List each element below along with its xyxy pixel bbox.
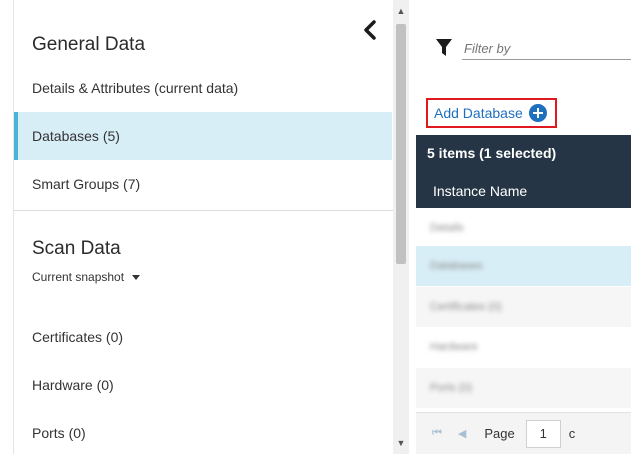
add-database-button[interactable]: Add Database (426, 98, 557, 128)
items-count: 5 items (1 selected) (427, 145, 557, 161)
first-page-icon[interactable]: ⏮ (432, 427, 442, 440)
page-label: Page (484, 426, 515, 441)
sidebar-item-label: Databases (5) (32, 128, 120, 144)
sidebar-item-smart-groups[interactable]: Smart Groups (7) (14, 160, 392, 208)
databases-panel: Add Database 5 items (1 selected) Instan… (416, 0, 631, 454)
sidebar-item-certificates[interactable]: Certificates (0) (14, 313, 392, 361)
sidebar-item-label: Certificates (0) (32, 329, 124, 345)
page-number-input[interactable] (525, 419, 561, 448)
row-instance-name: Details (430, 222, 464, 234)
row-instance-name: Ports (0) (430, 382, 473, 394)
previous-page-icon[interactable]: ◀ (458, 427, 466, 440)
detail-sidebar: General Data Details & Attributes (curre… (0, 0, 395, 454)
table-row[interactable]: Certificates (0) (416, 287, 631, 327)
snapshot-label: Current snapshot (32, 270, 125, 284)
grid-header: 5 items (1 selected) Instance Name (416, 135, 631, 208)
filter-input[interactable] (462, 38, 631, 60)
general-data-title: General Data (32, 34, 146, 55)
add-database-label: Add Database (434, 105, 523, 121)
sidebar-item-label: Smart Groups (7) (32, 176, 141, 192)
collapse-chevron-icon[interactable] (361, 18, 379, 42)
row-instance-name: Certificates (0) (430, 301, 502, 313)
scroll-up-arrow-icon[interactable]: ▲ (396, 6, 406, 16)
scan-data-title: Scan Data (32, 238, 121, 259)
table-row[interactable]: Ports (0) (416, 368, 631, 408)
table-row-selected[interactable]: Databases (416, 246, 631, 286)
sidebar-item-databases[interactable]: Databases (5) (14, 112, 392, 160)
table-row[interactable]: Details (416, 208, 631, 248)
column-header-instance-name[interactable]: Instance Name (433, 183, 527, 199)
scroll-down-arrow-icon[interactable]: ▼ (396, 438, 406, 448)
sidebar-item-label: Ports (0) (32, 425, 86, 441)
row-instance-name: Databases (430, 260, 483, 272)
filter-icon[interactable] (435, 38, 453, 58)
page-of-label: c (568, 426, 576, 441)
section-divider (14, 210, 394, 211)
table-row[interactable]: Hardware (416, 327, 631, 367)
caret-down-icon (132, 274, 141, 280)
pager: ⏮ ◀ Page c (416, 412, 631, 454)
snapshot-dropdown[interactable]: Current snapshot (32, 270, 141, 284)
sidebar-item-hardware[interactable]: Hardware (0) (14, 361, 392, 409)
sidebar-item-label: Hardware (0) (32, 377, 114, 393)
sidebar-item-details[interactable]: Details & Attributes (current data) (14, 64, 392, 112)
sidebar-item-ports[interactable]: Ports (0) (14, 409, 392, 454)
plus-circle-icon (528, 104, 547, 122)
sidebar-item-label: Details & Attributes (current data) (32, 80, 239, 96)
scrollbar-thumb[interactable] (396, 24, 406, 264)
row-instance-name: Hardware (430, 341, 478, 353)
